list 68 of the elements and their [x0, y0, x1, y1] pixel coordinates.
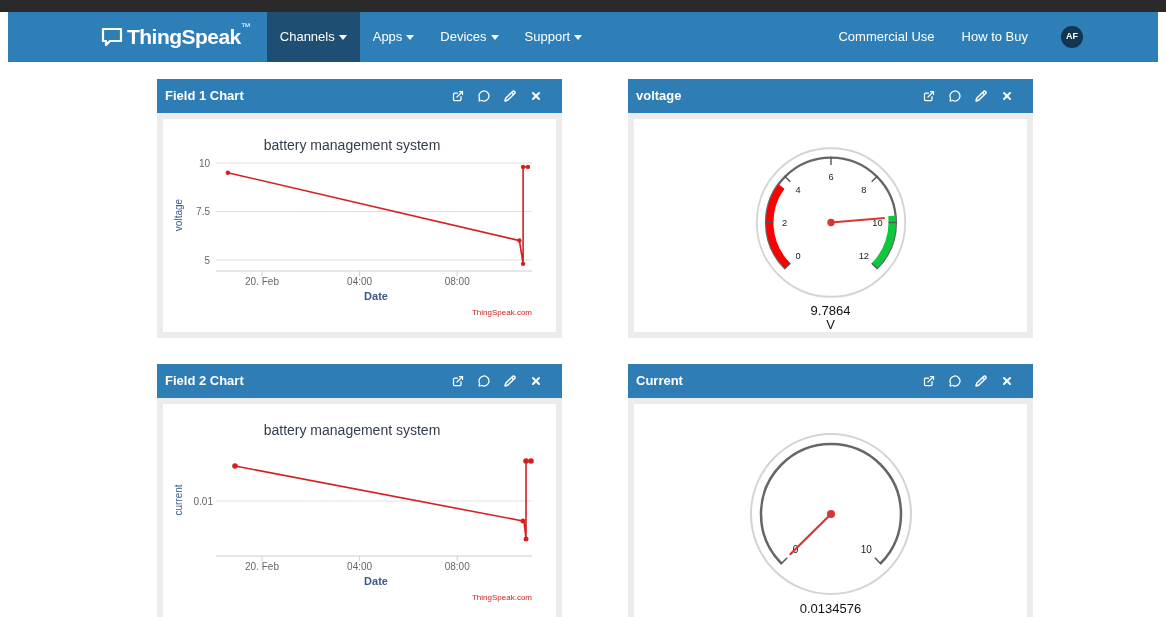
x-tick-label: 08:00 — [444, 561, 470, 572]
x-tick-label: 08:00 — [444, 276, 470, 287]
nav-menu-item[interactable]: Channels — [266, 12, 360, 62]
credit-link[interactable]: ThingSpeak.com — [471, 593, 532, 602]
gauge-scale-label: 12 — [858, 251, 869, 261]
x-axis-label: Date — [363, 575, 388, 587]
x-tick-label: 20. Feb — [244, 561, 279, 572]
gauge-reading: 0.0134576 — [799, 602, 862, 616]
chart-title: battery management system — [263, 422, 440, 438]
external-link-icon[interactable] — [923, 375, 935, 387]
chat-bubble-logo-icon — [101, 27, 123, 47]
data-point — [520, 261, 525, 267]
comment-icon[interactable] — [478, 375, 490, 387]
gauge-scale-label: 6 — [827, 171, 834, 182]
caret-icon — [574, 34, 583, 40]
gauge-scale-label: 4 — [795, 185, 801, 196]
data-point — [516, 238, 522, 243]
x-tick-label: 04:00 — [346, 276, 372, 287]
gauge-needle — [788, 510, 835, 556]
external-link-icon[interactable] — [452, 375, 464, 387]
caret-icon — [406, 34, 415, 40]
user-avatar[interactable]: AF — [1061, 26, 1083, 48]
close-icon[interactable] — [1001, 375, 1013, 387]
close-icon[interactable] — [1001, 90, 1013, 102]
gauge-scale-label: 10 — [871, 218, 883, 229]
caret-icon — [338, 34, 347, 40]
gauge-scale-label: 0 — [795, 251, 801, 261]
panel-title: Field 2 Chart — [165, 372, 244, 391]
y-tick-label: 0.01 — [193, 496, 213, 507]
y-axis-label: voltage — [172, 198, 184, 232]
nav-menu-item[interactable]: Support — [511, 12, 596, 62]
gauge-reading: 9.7864 — [810, 304, 851, 318]
close-icon[interactable] — [530, 375, 542, 387]
gauge-scale-label: 2 — [781, 218, 787, 229]
edit-icon[interactable] — [504, 375, 516, 387]
y-tick-label: 7.5 — [195, 206, 210, 218]
y-axis-label: current — [172, 484, 184, 516]
data-point — [225, 170, 230, 175]
x-tick-label: 20. Feb — [244, 276, 279, 287]
gauge-needle — [826, 216, 885, 227]
credit-link[interactable]: ThingSpeak.com — [471, 308, 532, 317]
nav-link[interactable]: How to Buy — [961, 27, 1028, 47]
gauge-scale-label: 10 — [860, 544, 872, 556]
x-axis-label: Date — [363, 290, 388, 302]
external-link-icon[interactable] — [452, 90, 464, 102]
nav-menu-item[interactable]: Devices — [427, 12, 512, 62]
logo-text[interactable]: ThingSpeak — [127, 21, 241, 53]
edit-icon[interactable] — [975, 375, 987, 387]
y-tick-label: 10 — [198, 158, 210, 169]
panel-title: voltage — [636, 87, 682, 106]
external-link-icon[interactable] — [923, 90, 935, 102]
gauge-scale-label: 8 — [860, 185, 866, 196]
caret-icon — [490, 34, 499, 40]
y-tick-label: 5 — [203, 254, 210, 266]
chart-title: battery management system — [263, 137, 440, 153]
comment-icon[interactable] — [478, 90, 490, 102]
panel-title: Field 1 Chart — [165, 87, 244, 106]
panel-title: Current — [636, 372, 683, 391]
comment-icon[interactable] — [949, 375, 961, 387]
gauge-unit: V — [826, 318, 835, 332]
nav-menu-item[interactable]: Apps — [359, 12, 428, 62]
close-icon[interactable] — [530, 90, 542, 102]
edit-icon[interactable] — [504, 90, 516, 102]
comment-icon[interactable] — [949, 90, 961, 102]
trademark-mark: ™ — [240, 20, 251, 33]
edit-icon[interactable] — [975, 90, 987, 102]
x-tick-label: 04:00 — [346, 561, 372, 572]
nav-link[interactable]: Commercial Use — [838, 27, 935, 47]
